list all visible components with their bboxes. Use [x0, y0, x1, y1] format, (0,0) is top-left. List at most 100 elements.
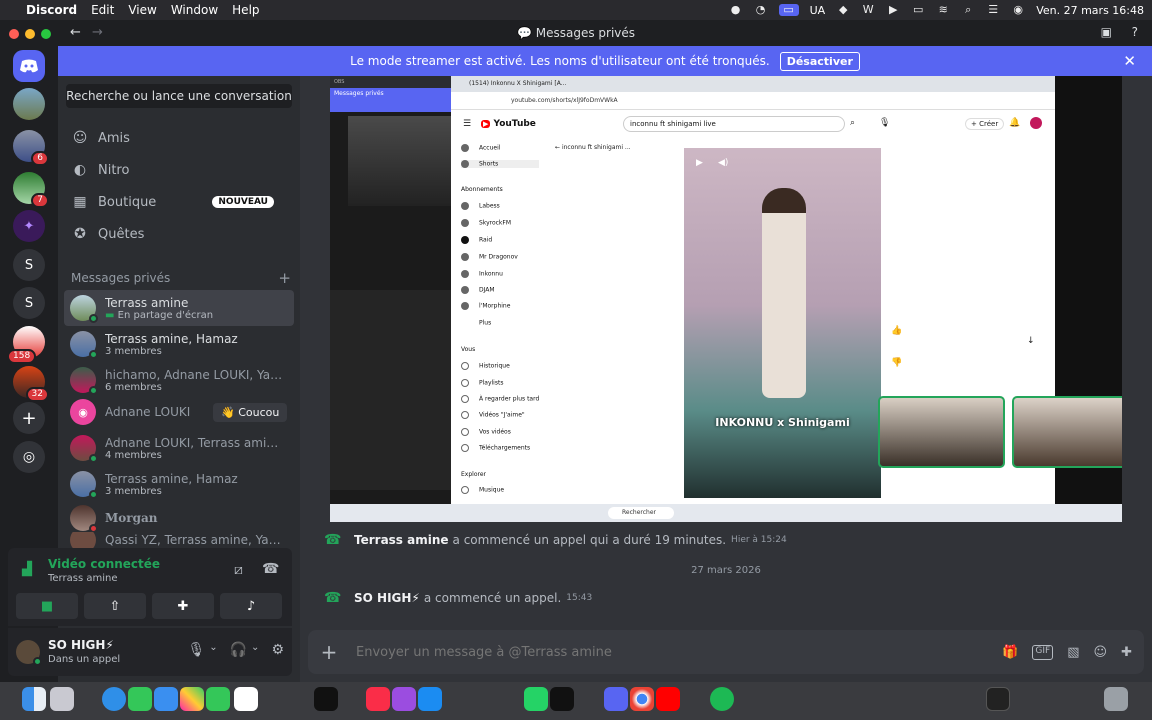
participant-video-tile[interactable] — [878, 396, 1005, 468]
short-video-player[interactable]: ▶ ◀) INKONNU x Shinigami — [684, 148, 881, 498]
yt-channel[interactable]: Inkonnu — [461, 270, 503, 278]
podcasts-icon[interactable] — [392, 687, 416, 711]
youtube-logo[interactable]: ▶ YouTube — [481, 119, 536, 129]
explore-servers-button[interactable]: ◎ — [13, 441, 45, 473]
activities-button[interactable]: ✚ — [152, 593, 214, 619]
dm-item[interactable]: Qassi YZ, Terrass amine, Yassine... — [64, 532, 294, 548]
nav-shop[interactable]: ▦ Boutique NOUVEAU — [70, 189, 288, 215]
terminal-icon[interactable] — [986, 687, 1010, 711]
screen-share-stream[interactable]: OBS Messages privés (1514) Inkonnu X Shi… — [330, 76, 1122, 522]
gift-icon[interactable]: 🎁 — [1002, 645, 1018, 660]
server-icon-s2[interactable]: S — [13, 287, 45, 319]
chrome-tab[interactable]: (1514) Inkonnu X Shinigami [A... — [451, 76, 1055, 92]
microphone-icon[interactable]: 🎙 — [879, 118, 890, 128]
server-icon-3[interactable]: 7 — [13, 172, 49, 208]
status-gauge-icon[interactable]: ◔ — [754, 4, 768, 16]
messages-icon[interactable] — [128, 687, 152, 711]
yt-nav-playlists[interactable]: Playlists — [461, 379, 503, 387]
create-dm-button[interactable]: + — [278, 269, 291, 287]
menu-view[interactable]: View — [128, 3, 156, 17]
settings-gear-icon[interactable]: ⚙ — [271, 642, 284, 658]
yt-nav-more[interactable]: Plus — [461, 319, 491, 327]
yt-nav-home[interactable]: Accueil — [461, 144, 500, 152]
yt-nav-music[interactable]: Musique — [461, 486, 504, 494]
user-avatar[interactable] — [16, 640, 42, 666]
volume-icon[interactable]: ◀) — [718, 158, 728, 168]
yt-nav-watch-later[interactable]: À regarder plus tard — [461, 395, 539, 403]
dm-item[interactable]: Terrass amine ▬ En partage d'écran — [64, 290, 294, 326]
discord-dock-icon[interactable] — [604, 687, 628, 711]
discord-home-button[interactable] — [13, 50, 45, 82]
chevron-down-icon[interactable]: ⌄ — [251, 642, 259, 658]
like-icon[interactable]: 👍 — [891, 326, 902, 336]
emoji-icon[interactable]: ☺ — [1094, 645, 1108, 660]
camera-button[interactable]: ■ — [16, 593, 78, 619]
server-icon-4[interactable]: ✦ — [13, 210, 45, 242]
battery-icon[interactable]: ▭ — [911, 4, 925, 16]
finder-icon[interactable] — [22, 687, 46, 711]
youtube-search-input[interactable]: inconnu ft shinigami live — [623, 116, 845, 132]
nav-friends[interactable]: ☺ Amis — [70, 125, 130, 151]
launchpad-icon[interactable] — [50, 687, 74, 711]
yt-channel[interactable]: Mr Dragonov — [461, 253, 518, 261]
dm-item[interactable]: ◉ Adnane LOUKI 👋 Coucou — [64, 394, 294, 430]
dm-item[interactable]: Terrass amine, Hamaz 3 membres — [64, 466, 294, 502]
wave-button[interactable]: 👋 Coucou — [213, 402, 288, 422]
we-icon[interactable]: W — [861, 4, 875, 16]
yt-channel[interactable]: DJAM — [461, 286, 495, 294]
yt-channel[interactable]: Labess — [461, 202, 500, 210]
yt-nav-downloads[interactable]: Téléchargements — [461, 444, 530, 452]
chevron-down-icon[interactable]: ⌄ — [209, 642, 217, 658]
microphone-icon[interactable]: 🎙 — [187, 642, 205, 658]
menu-app-name[interactable]: Discord — [26, 3, 77, 17]
yt-channel[interactable]: Raid — [461, 236, 492, 244]
nav-quests[interactable]: ✪ Quêtes — [70, 221, 144, 247]
scroll-down-icon[interactable]: ↓ — [1027, 336, 1035, 346]
server-icon-5[interactable]: 158 — [7, 326, 45, 364]
disable-streamer-button[interactable]: Désactiver — [779, 51, 860, 71]
short-back-title[interactable]: ← inconnu ft shinigami ... — [555, 144, 631, 151]
youtube-icon[interactable] — [656, 687, 680, 711]
add-attachment-button[interactable]: + — [312, 640, 346, 664]
yt-nav-your-videos[interactable]: Vos vidéos — [461, 428, 511, 436]
yt-nav-history[interactable]: Historique — [461, 362, 510, 370]
trash-icon[interactable] — [1104, 687, 1128, 711]
chrome-url-bar[interactable]: youtube.com/shorts/xlJ9foDmVWkA — [451, 92, 1055, 110]
sticker-icon[interactable]: ▧ — [1067, 645, 1079, 660]
yt-channel[interactable]: l'Morphine — [461, 302, 510, 310]
search-conversation-button[interactable]: Recherche ou lance une conversation — [66, 84, 292, 108]
message-author[interactable]: SO HIGH⚡ — [354, 591, 420, 605]
voice-status[interactable]: Vidéo connectée — [48, 557, 160, 571]
voice-channel[interactable]: Terrass amine — [48, 573, 117, 584]
taskbar-search[interactable]: Rechercher — [608, 507, 674, 519]
account-avatar[interactable] — [1030, 117, 1042, 129]
tiktok-icon[interactable] — [550, 687, 574, 711]
mail-icon[interactable] — [154, 687, 178, 711]
screen-share-status-icon[interactable]: ▭ — [778, 4, 799, 16]
search-icon[interactable]: ⌕ — [850, 118, 855, 128]
keyboard-layout[interactable]: UA — [810, 4, 826, 17]
photos-icon[interactable] — [180, 687, 204, 711]
inbox-icon[interactable]: ▣ — [1101, 25, 1112, 39]
menubar-clock[interactable]: Ven. 27 mars 16:48 — [1036, 4, 1144, 17]
server-icon-1[interactable] — [13, 85, 49, 120]
dm-item[interactable]: hichamo, Adnane LOUKI, Yassin... 6 membre… — [64, 362, 294, 398]
dm-item[interactable]: Adnane LOUKI, Terrass amine, ... 4 membre… — [64, 430, 294, 466]
gif-button[interactable]: GIF — [1032, 644, 1054, 660]
close-icon[interactable]: ✕ — [1123, 52, 1136, 70]
yt-nav-you[interactable]: Vous — [461, 346, 475, 353]
status-circle-icon[interactable]: ● — [729, 4, 743, 16]
menu-edit[interactable]: Edit — [91, 3, 114, 17]
notifications-icon[interactable]: 🔔 — [1009, 118, 1020, 128]
appletv-icon[interactable] — [314, 687, 338, 711]
apps-icon[interactable]: ✚ — [1121, 645, 1132, 660]
hamburger-menu-icon[interactable]: ☰ — [463, 119, 471, 129]
add-server-button[interactable]: + — [13, 402, 45, 434]
wifi-icon[interactable]: ≋ — [936, 4, 950, 16]
participant-video-tile[interactable] — [1012, 396, 1122, 468]
dm-item[interactable]: Morgan — [64, 500, 294, 536]
chrome-icon[interactable] — [630, 687, 654, 711]
calendar-icon[interactable] — [234, 687, 258, 711]
message-author[interactable]: Terrass amine — [354, 533, 449, 547]
server-icon-s1[interactable]: S — [13, 249, 45, 281]
